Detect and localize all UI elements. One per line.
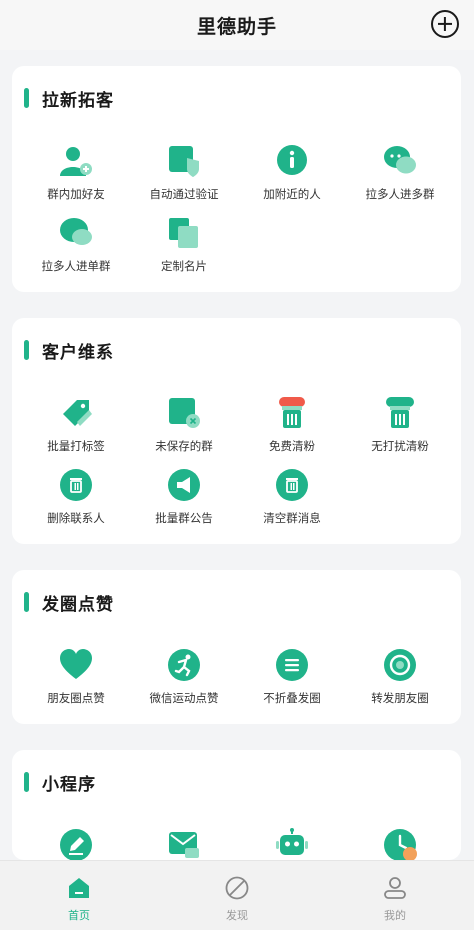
user-icon — [384, 877, 406, 899]
feature-miniprogram-edit[interactable] — [20, 828, 132, 860]
section-card-miniprogram: 小程序 — [12, 750, 461, 860]
section-title: 客户维系 — [42, 343, 114, 363]
home-icon — [69, 878, 89, 898]
top-bar: 里德助手 — [0, 0, 474, 50]
compass-icon — [225, 876, 249, 900]
section-card-retention: 客户维系 批量打标签 未保存的群 免费清粉 无打扰清粉 删除联系人 批量群公告 … — [12, 318, 461, 544]
trash-icon — [60, 469, 92, 501]
feature-free-clean-fans[interactable]: 免费清粉 — [236, 396, 348, 462]
info-location-icon — [277, 145, 307, 175]
trash-icon — [276, 469, 308, 501]
feature-no-fold-post[interactable]: 不折叠发圈 — [236, 648, 348, 714]
feature-werun-like[interactable]: 微信运动点赞 — [128, 648, 240, 714]
feature-miniprogram-mail[interactable] — [128, 828, 240, 860]
tag-icon — [63, 400, 92, 426]
section-title: 拉新拓客 — [42, 91, 114, 111]
chat-bubbles-icon — [384, 146, 416, 174]
feature-multi-invite-single-group[interactable]: 拉多人进单群 — [20, 216, 132, 282]
feature-silent-clean-fans[interactable]: 无打扰清粉 — [344, 396, 456, 462]
feature-auto-verify[interactable]: 自动通过验证 — [128, 144, 240, 210]
feature-multi-invite-multi-group[interactable]: 拉多人进多群 — [344, 144, 456, 210]
feature-moments-like[interactable]: 朋友圈点赞 — [20, 648, 132, 714]
robot-icon — [276, 828, 308, 855]
feature-unsaved-groups[interactable]: 未保存的群 — [128, 396, 240, 462]
add-user-icon — [60, 147, 92, 176]
section-title: 小程序 — [42, 775, 96, 795]
aperture-icon — [384, 649, 416, 681]
feature-delete-contacts[interactable]: 删除联系人 — [20, 468, 132, 534]
broom-icon — [279, 397, 305, 428]
tab-home[interactable]: 首页 — [0, 861, 158, 930]
feature-miniprogram-robot[interactable] — [236, 828, 348, 860]
feature-batch-tag[interactable]: 批量打标签 — [20, 396, 132, 462]
feature-batch-announcement[interactable]: 批量群公告 — [128, 468, 240, 534]
broom-icon — [386, 397, 414, 428]
feature-add-group-friends[interactable]: 群内加好友 — [20, 144, 132, 210]
cards-icon — [169, 218, 198, 248]
clock-icon — [384, 829, 417, 860]
pencil-icon — [60, 829, 92, 860]
heart-icon — [60, 649, 92, 679]
feature-custom-card[interactable]: 定制名片 — [128, 216, 240, 282]
unsaved-group-icon — [169, 398, 200, 428]
running-icon — [168, 649, 200, 681]
feature-miniprogram-clock[interactable] — [344, 828, 456, 860]
tab-discover[interactable]: 发现 — [158, 861, 316, 930]
chat-bubble-icon — [60, 218, 92, 245]
feature-clear-group-messages[interactable]: 清空群消息 — [236, 468, 348, 534]
shield-verify-icon — [169, 146, 199, 177]
feature-forward-moments[interactable]: 转发朋友圈 — [344, 648, 456, 714]
megaphone-icon — [168, 469, 200, 501]
section-title: 发圈点赞 — [42, 595, 114, 615]
section-card-moments: 发圈点赞 朋友圈点赞 微信运动点赞 不折叠发圈 转发朋友圈 — [12, 570, 461, 724]
mail-icon — [169, 832, 199, 858]
list-icon — [276, 649, 308, 681]
section-card-acquire: 拉新拓客 群内加好友 自动通过验证 加附近的人 拉多人进多群 拉多人进单群 定制… — [12, 66, 461, 292]
page-title: 里德助手 — [196, 16, 277, 38]
tab-profile[interactable]: 我的 — [316, 861, 474, 930]
plus-circle-icon[interactable] — [431, 10, 459, 38]
bottom-tab-bar: 首页 发现 我的 — [0, 860, 474, 930]
feature-nearby-people[interactable]: 加附近的人 — [236, 144, 348, 210]
